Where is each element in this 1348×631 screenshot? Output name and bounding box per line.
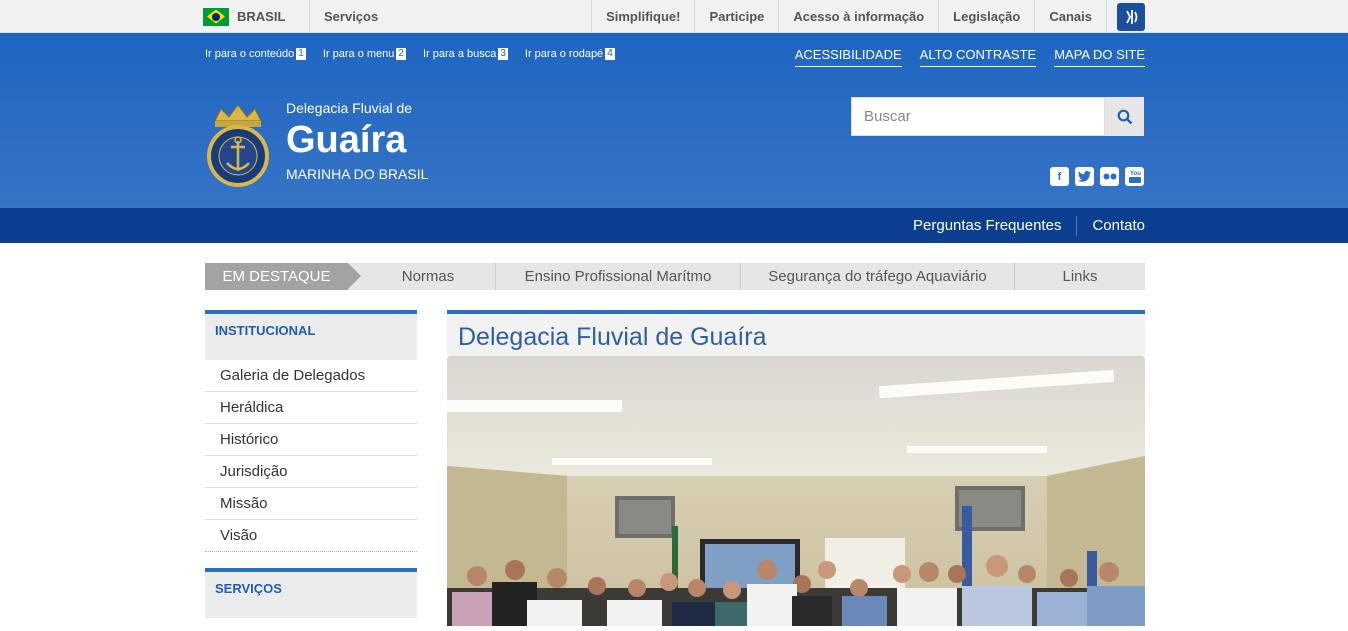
alto-contraste-link[interactable]: ALTO CONTRASTE (919, 47, 1037, 67)
sidebar-item-galeria[interactable]: Galeria de Delegados (205, 360, 417, 392)
skip-label: Ir para o conteúdo (205, 48, 295, 60)
menu-item-seguranca[interactable]: Segurança do tráfego Aquaviário (741, 263, 1015, 290)
header-subtitle-bottom: MARINHA DO BRASIL (286, 166, 429, 182)
legislacao-link[interactable]: Legislação (938, 0, 1034, 33)
facebook-icon[interactable]: f (1050, 167, 1069, 186)
youtube-icon[interactable]: You (1125, 167, 1144, 186)
sidebar-item-historico[interactable]: Histórico (205, 424, 417, 456)
marinha-logo[interactable] (205, 101, 272, 191)
sidebar: INSTITUCIONAL Galeria de Delegados Herál… (205, 310, 417, 618)
skip-label: Ir para o rodapé (524, 48, 604, 60)
group-photo[interactable] (447, 356, 1145, 626)
search-button[interactable] (1105, 97, 1144, 136)
service-bar: Perguntas Frequentes Contato (0, 208, 1348, 243)
sidebar-item-heraldica[interactable]: Heráldica (205, 392, 417, 424)
sidebar-heading-servicos: SERVIÇOS (205, 568, 417, 618)
canais-link[interactable]: Canais (1034, 0, 1106, 33)
skip-to-search-link[interactable]: Ir para a busca 3 (423, 48, 508, 60)
sidebar-item-jurisdicao[interactable]: Jurisdição (205, 456, 417, 488)
acessibilidade-link[interactable]: ACESSIBILIDADE (794, 47, 902, 67)
participe-link[interactable]: Participe (694, 0, 778, 33)
skip-label: Ir para o menu (322, 48, 395, 60)
sidebar-item-visao[interactable]: Visão (205, 520, 417, 552)
search-input[interactable] (851, 97, 1105, 136)
acesso-informacao-link[interactable]: Acesso à informação (778, 0, 938, 33)
menu-item-links[interactable]: Links (1015, 263, 1145, 290)
page-title: Delegacia Fluvial de Guaíra (447, 310, 1145, 356)
skip-to-footer-link[interactable]: Ir para o rodapé 4 (525, 48, 615, 60)
search-form (851, 97, 1144, 136)
accessibility-links: ACESSIBILIDADE ALTO CONTRASTE MAPA DO SI… (794, 47, 1145, 67)
menu-item-normas[interactable]: Normas (348, 263, 496, 290)
servicos-link[interactable]: Serviços (310, 0, 591, 33)
skip-to-content-link[interactable]: Ir para o conteúdo 1 (205, 48, 306, 60)
social-links: f You (1050, 167, 1144, 186)
simplifique-link[interactable]: Simplifique! (591, 0, 694, 33)
perguntas-frequentes-link[interactable]: Perguntas Frequentes (898, 217, 1076, 234)
contato-link[interactable]: Contato (1077, 217, 1145, 234)
skip-links: Ir para o conteúdo 1 Ir para o menu 2 Ir p… (205, 48, 615, 60)
gov-bar: BRASIL Serviços Simplifique! Participe A… (0, 0, 1348, 33)
skip-key: 2 (396, 48, 406, 60)
brazil-flag-icon (203, 7, 229, 26)
skip-key: 1 (296, 48, 306, 60)
mapa-do-site-link[interactable]: MAPA DO SITE (1054, 47, 1145, 67)
site-title[interactable]: Guaíra (286, 118, 428, 162)
site-header: Ir para o conteúdo 1 Ir para o menu 2 Ir p… (0, 33, 1348, 208)
main-content: Delegacia Fluvial de Guaíra (447, 310, 1145, 631)
flickr-icon[interactable] (1100, 167, 1119, 186)
header-subtitle-top: Delegacia Fluvial de (286, 100, 413, 116)
menu-item-ensino[interactable]: Ensino Profissional Marítmo (496, 263, 741, 290)
top-menu: EM DESTAQUE Normas Ensino Profissional M… (205, 263, 1145, 290)
brasil-label: BRASIL (237, 9, 286, 24)
svg-text:You: You (1130, 171, 1141, 177)
sidebar-item-missao[interactable]: Missão (205, 488, 417, 520)
skip-key: 4 (605, 48, 615, 60)
sidebar-heading-institucional: INSTITUCIONAL (205, 310, 417, 360)
vlibras-icon[interactable] (1117, 2, 1145, 31)
skip-label: Ir para a busca (422, 48, 497, 60)
em-destaque-tab[interactable]: EM DESTAQUE (205, 263, 361, 290)
skip-key: 3 (498, 48, 508, 60)
brasil-link[interactable]: BRASIL (203, 0, 310, 33)
twitter-icon[interactable] (1075, 167, 1094, 186)
skip-to-menu-link[interactable]: Ir para o menu 2 (323, 48, 406, 60)
search-icon (1117, 109, 1132, 124)
